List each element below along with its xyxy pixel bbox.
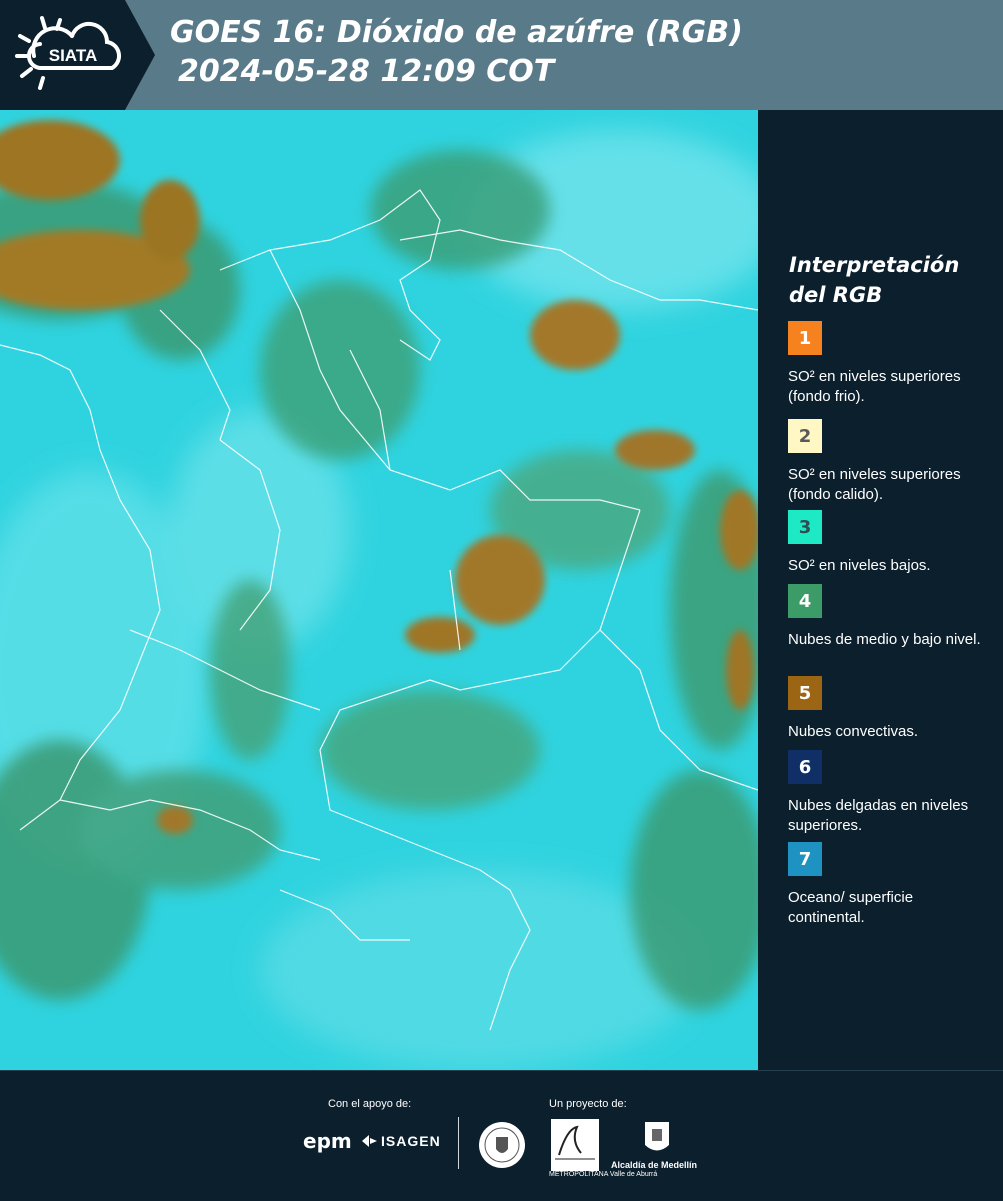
area-metropolitana-text: METROPOLITANA Valle de Aburrá [549, 1171, 658, 1178]
timestamp: 2024-05-28 12:09 COT [178, 54, 555, 89]
legend-swatch: 5 [788, 676, 822, 710]
project-label: Un proyecto de: [549, 1098, 627, 1110]
legend-item-7: 7 Oceano/ superficie continental. [788, 842, 988, 928]
legend-swatch: 4 [788, 584, 822, 618]
legend-swatch: 1 [788, 321, 822, 355]
isagen-icon [362, 1135, 377, 1147]
satellite-image [0, 110, 758, 1070]
area-metropolitana-logo [551, 1119, 599, 1171]
legend-item-6: 6 Nubes delgadas en niveles superiores. [788, 750, 988, 836]
legend-swatch: 3 [788, 510, 822, 544]
isagen-text: ISAGEN [381, 1133, 441, 1149]
legend-label: Nubes delgadas en niveles superiores. [788, 797, 969, 834]
legend-label: Oceano/ superficie continental. [788, 889, 914, 926]
legend-swatch: 2 [788, 419, 822, 453]
footer-divider [458, 1117, 459, 1169]
legend-label: SO² en niveles superiores (fondo frio). [788, 368, 961, 405]
legend-title-line2: del RGB [789, 283, 883, 307]
legend-swatch: 6 [788, 750, 822, 784]
logo-text: SIATA [49, 46, 97, 65]
legend-item-1: 1 SO² en niveles superiores (fondo frio)… [788, 321, 988, 407]
alcaldia-shield-icon [645, 1122, 669, 1151]
isagen-logo: ISAGEN [360, 1133, 441, 1149]
legend-title: Interpretación del RGB [789, 250, 989, 310]
legend-label: SO² en niveles bajos. [788, 557, 931, 574]
logo-block: SIATA [0, 0, 155, 110]
area-metropolitana-icon [555, 1125, 595, 1160]
legend-item-3: 3 SO² en niveles bajos. [788, 510, 988, 576]
page-title: GOES 16: Dióxido de azúfre (RGB) [170, 15, 743, 50]
alcaldia-text: Alcaldía de Medellín [611, 1160, 698, 1170]
header: SIATA GOES 16: Dióxido de azúfre (RGB) 2… [0, 0, 1003, 110]
legend-label: Nubes convectivas. [788, 723, 919, 740]
support-label: Con el apoyo de: [328, 1098, 412, 1110]
satellite-map[interactable] [0, 110, 758, 1070]
epm-logo: epm [303, 1129, 352, 1153]
legend-swatch: 7 [788, 842, 822, 876]
legend-title-line1: Interpretación [789, 253, 960, 277]
legend-item-5: 5 Nubes convectivas. [788, 676, 988, 742]
legend-label: Nubes de medio y bajo nivel. [788, 631, 981, 648]
legend-item-4: 4 Nubes de medio y bajo nivel. [788, 584, 988, 650]
legend-item-2: 2 SO² en niveles superiores (fondo calid… [788, 419, 988, 505]
medellin-seal-icon [479, 1122, 525, 1168]
legend-label: SO² en niveles superiores (fondo calido)… [788, 466, 961, 503]
legend-panel: Interpretación del RGB 1 SO² en niveles … [760, 110, 1003, 1070]
footer: Con el apoyo de: Un proyecto de: epm ISA… [0, 1070, 1003, 1201]
siata-logo-icon: SIATA [15, 16, 122, 90]
